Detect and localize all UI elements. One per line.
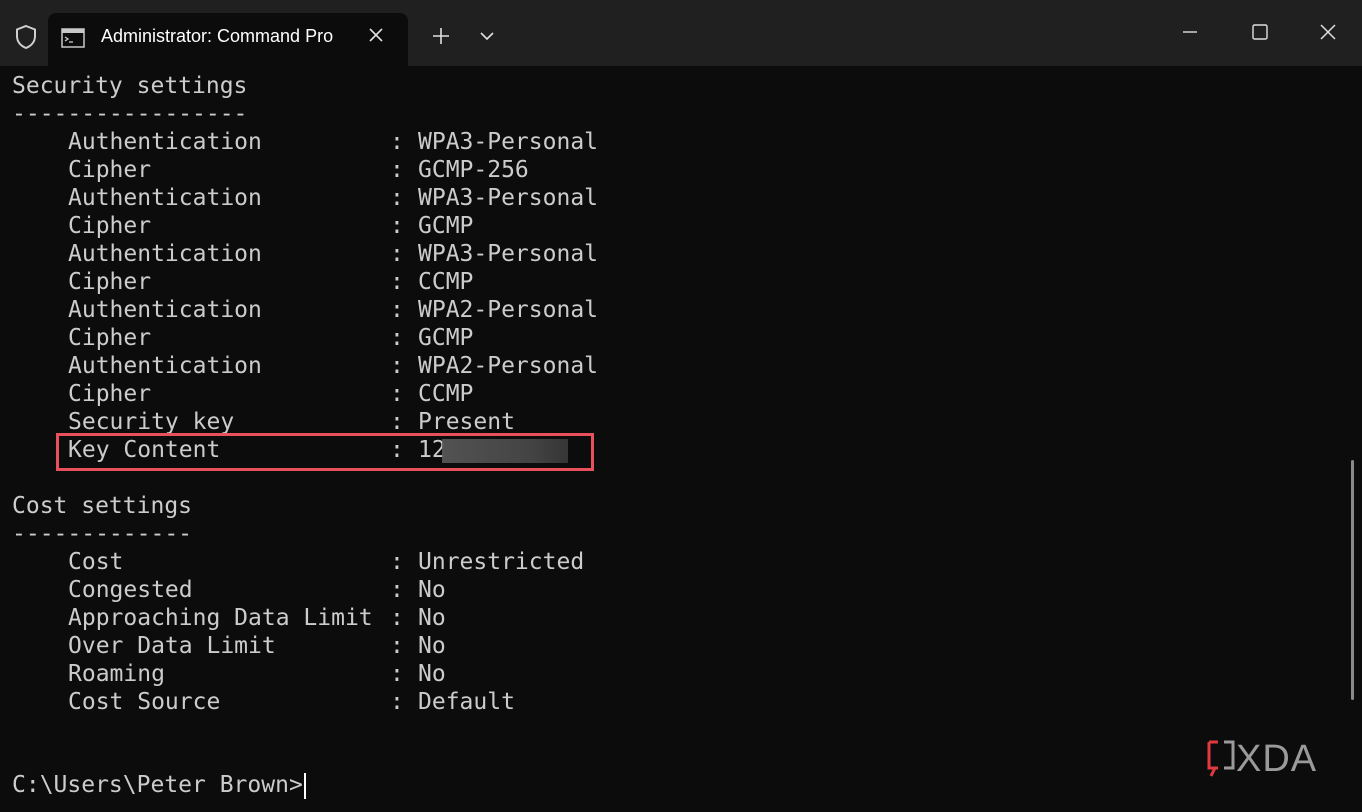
setting-row: Security key: Present [12,408,1332,436]
setting-key: Authentication [68,129,262,155]
title-bar: Administrator: Command Pro [0,0,1362,66]
setting-row: Cipher: CCMP [12,380,1332,408]
minimize-icon[interactable] [1180,22,1200,42]
separator: : [390,269,404,295]
setting-key: Cost Source [68,689,221,715]
terminal-output[interactable]: Security settings ----------------- Auth… [12,72,1332,716]
setting-value: WPA2-Personal [418,297,599,323]
setting-value: CCMP [418,269,474,295]
key-content-row: Key Content:12 [12,433,1332,471]
xda-watermark: XDA [1206,738,1318,780]
separator: : [390,157,404,183]
separator: : [390,325,404,351]
separator: : [390,661,404,687]
separator: : [390,577,404,603]
setting-key: Security key [68,409,235,435]
setting-row: Authentication: WPA2-Personal [12,352,1332,380]
setting-value: No [418,661,446,687]
separator: : [390,549,404,575]
separator: : [390,185,404,211]
tab-title: Administrator: Command Pro [101,26,334,46]
setting-key: Authentication [68,353,262,379]
plus-icon[interactable] [431,26,451,46]
setting-value: Unrestricted [418,549,585,575]
setting-value: Default [418,689,515,715]
setting-value: WPA3-Personal [418,129,599,155]
separator: : [390,409,404,435]
xda-logo-icon [1207,740,1235,777]
setting-value: GCMP-256 [418,157,529,183]
separator: : [390,633,404,659]
redaction-blur [441,438,568,463]
setting-row: Approaching Data Limit: No [12,604,1332,632]
setting-value: GCMP [418,213,474,239]
separator: : [390,353,404,379]
setting-row: Congested: No [12,576,1332,604]
setting-row: Cipher: CCMP [12,268,1332,296]
setting-value: No [418,577,446,603]
setting-value: GCMP [418,325,474,351]
shield-icon [16,24,36,50]
tab-administrator-command-pro[interactable]: Administrator: Command Pro [48,13,408,66]
separator: : [390,689,404,715]
setting-value: No [418,633,446,659]
setting-row: Cipher: GCMP-256 [12,156,1332,184]
setting-row: Cipher: GCMP [12,324,1332,352]
setting-key: Roaming [68,661,165,687]
chevron-down-icon[interactable] [479,30,495,42]
cmd-icon [61,28,85,48]
setting-row: Cipher: GCMP [12,212,1332,240]
watermark-text: XDA [1236,738,1318,780]
setting-value: Present [418,409,515,435]
setting-row: Over Data Limit: No [12,632,1332,660]
setting-key: Key Content [68,437,221,463]
section-heading: Cost settings [12,493,193,519]
separator: : [390,437,404,463]
section-heading: Security settings [12,73,248,99]
setting-row: Roaming: No [12,660,1332,688]
setting-value: WPA2-Personal [418,353,599,379]
setting-row: Authentication: WPA3-Personal [12,240,1332,268]
section-rule: ----------------- [12,101,248,127]
prompt-text: C:\Users\Peter Brown> [12,772,303,798]
scrollbar[interactable] [1351,460,1354,700]
command-prompt[interactable]: C:\Users\Peter Brown> [12,772,306,799]
setting-key: Cipher [68,213,152,239]
separator: : [390,297,404,323]
separator: : [390,213,404,239]
setting-value: WPA3-Personal [418,185,599,211]
separator: : [390,605,404,631]
setting-row: Cost: Unrestricted [12,548,1332,576]
setting-key: Cipher [68,157,152,183]
separator: : [390,381,404,407]
setting-key: Cipher [68,325,152,351]
separator: : [390,129,404,155]
close-icon[interactable] [1318,22,1338,42]
close-icon[interactable] [368,27,384,43]
setting-key: Cipher [68,269,152,295]
setting-key: Authentication [68,241,262,267]
setting-row: Cost Source: Default [12,688,1332,716]
separator: : [390,241,404,267]
setting-value: No [418,605,446,631]
setting-key: Over Data Limit [68,633,276,659]
setting-row: Authentication: WPA3-Personal [12,184,1332,212]
setting-value: CCMP [418,381,474,407]
setting-key: Congested [68,577,193,603]
setting-key: Cipher [68,381,152,407]
text-cursor [303,772,306,799]
setting-value: WPA3-Personal [418,241,599,267]
section-rule: ------------- [12,521,193,547]
setting-key: Cost [68,549,124,575]
setting-row: Authentication: WPA3-Personal [12,128,1332,156]
maximize-icon[interactable] [1250,22,1270,42]
setting-key: Approaching Data Limit [68,605,373,631]
setting-key: Authentication [68,185,262,211]
setting-row: Authentication: WPA2-Personal [12,296,1332,324]
setting-key: Authentication [68,297,262,323]
